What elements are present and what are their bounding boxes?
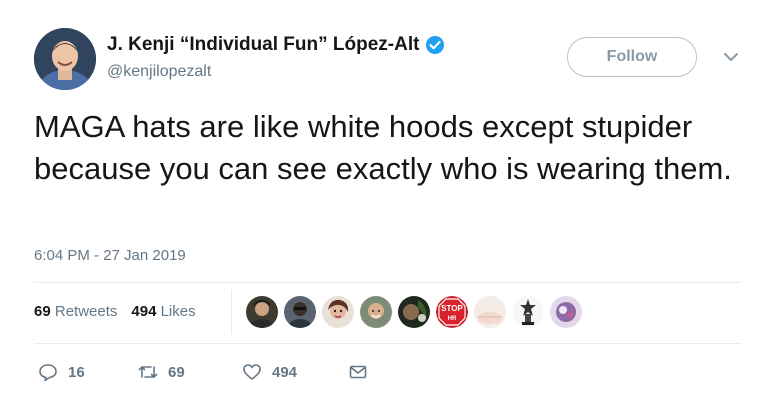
reply-count: 16 (68, 363, 85, 381)
chevron-down-icon[interactable] (722, 48, 740, 66)
heart-icon (243, 364, 261, 380)
retweets-stat[interactable]: 69 Retweets (34, 303, 117, 320)
stats-separator (231, 290, 232, 334)
retweet-count: 69 (168, 363, 185, 381)
liker-avatar-9[interactable] (550, 296, 582, 328)
liker-avatar-stop-sign[interactable]: STOP HR (436, 296, 468, 328)
tweet-timestamp[interactable]: 6:04 PM - 27 Jan 2019 (34, 247, 186, 264)
like-count: 494 (272, 363, 298, 381)
reply-icon (39, 364, 57, 382)
stop-sign-bottom-text: HR (448, 316, 457, 322)
likes-count: 494 (131, 303, 157, 320)
likes-label: Likes (160, 303, 196, 320)
liker-avatar-2[interactable] (284, 296, 316, 328)
liker-avatar-7[interactable] (474, 296, 506, 328)
author-name[interactable]: J. Kenji “Individual Fun” López-Alt (107, 34, 445, 56)
follow-button[interactable]: Follow (567, 37, 697, 77)
author-avatar[interactable] (34, 28, 96, 90)
likes-stat[interactable]: 494 Likes (131, 303, 195, 320)
retweets-label: Retweets (54, 303, 118, 320)
author-handle[interactable]: @kenjilopezalt (107, 63, 211, 81)
envelope-icon (349, 365, 367, 379)
retweets-count: 69 (34, 303, 51, 320)
like-button[interactable]: 494 (242, 362, 348, 382)
tweet-stats: 69 Retweets 494 Likes (34, 303, 196, 320)
retweet-button[interactable]: 69 (138, 362, 242, 382)
direct-message-button[interactable] (348, 362, 378, 382)
tweet-text: MAGA hats are like white hoods except st… (34, 109, 732, 186)
liker-avatar-4[interactable] (360, 296, 392, 328)
author-name-text[interactable]: J. Kenji “Individual Fun” López-Alt (107, 34, 419, 56)
liker-avatar-1[interactable] (246, 296, 278, 328)
verified-badge-icon (426, 36, 445, 54)
divider-top (34, 282, 741, 283)
divider-bottom (34, 343, 741, 344)
likers-avatars: STOP HR (246, 296, 582, 328)
liker-avatar-3[interactable] (322, 296, 354, 328)
liker-avatar-5[interactable] (398, 296, 430, 328)
reply-button[interactable]: 16 (38, 362, 138, 382)
tweet-actions: 16 69 494 (38, 362, 378, 382)
liker-avatar-8[interactable] (512, 296, 544, 328)
retweet-icon (138, 366, 158, 378)
stop-sign-top-text: STOP (441, 304, 463, 313)
author-avatar-icon (34, 28, 96, 90)
